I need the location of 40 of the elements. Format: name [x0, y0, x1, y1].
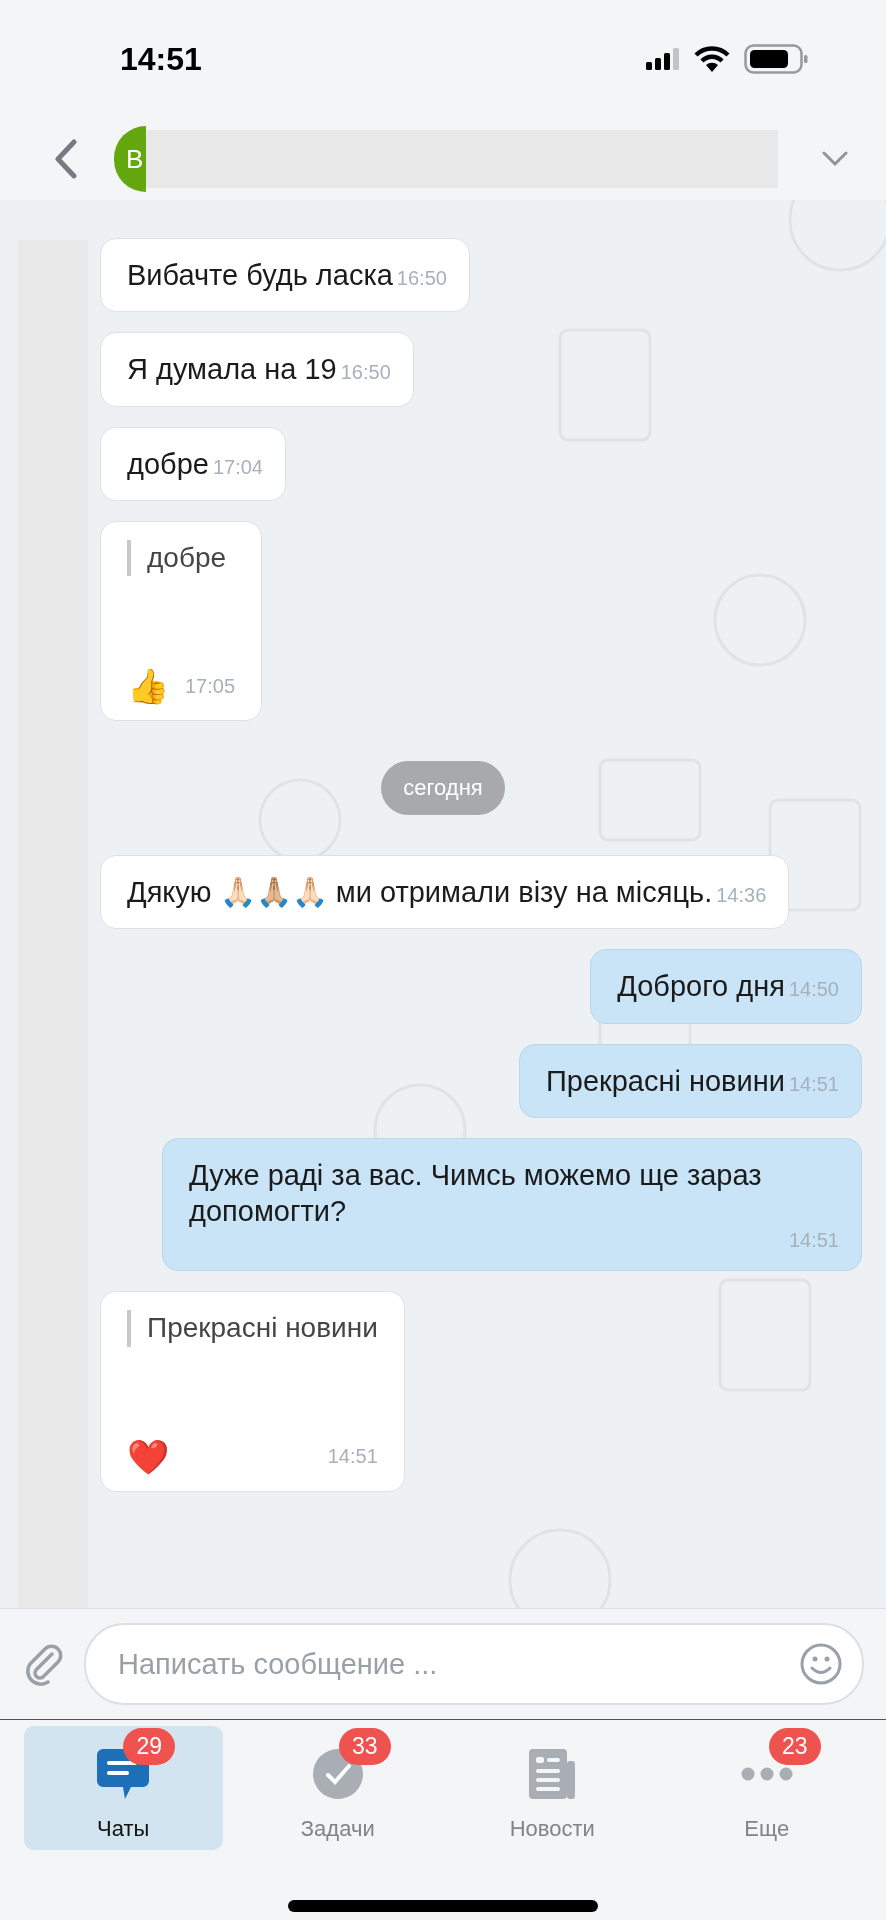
message-text: Дуже раді за вас. Чимсь можемо ще зараз допомогти?: [189, 1157, 763, 1230]
date-divider: сегодня: [381, 761, 505, 816]
newspaper-icon: [527, 1747, 578, 1801]
back-icon[interactable]: [54, 139, 78, 179]
message-text: Дякую 🙏🏻🙏🏼🙏🏻 ми отримали візу на місяць.: [127, 875, 713, 911]
more-icon: [740, 1767, 793, 1781]
message-text: Я думала на 19: [127, 352, 337, 388]
message-text: Вибачте будь ласка: [127, 258, 393, 293]
chevron-down-icon[interactable]: [822, 151, 848, 167]
message-field[interactable]: Написать сообщение ...: [84, 1623, 864, 1705]
battery-icon: [744, 44, 808, 74]
message-time: 16:50: [340, 361, 391, 385]
unread-badge: 33: [338, 1728, 391, 1765]
smiley-icon[interactable]: [800, 1643, 842, 1685]
message-time: 16:50: [396, 267, 447, 290]
message-time: 17:05: [185, 674, 236, 698]
reaction-emoji: 👍: [127, 666, 169, 707]
unread-badge: 29: [123, 1728, 176, 1765]
message-text: добре: [127, 446, 209, 482]
quoted-text: Прекрасні новини: [127, 1310, 378, 1347]
tab[interactable]: 29 Чаты: [24, 1726, 223, 1850]
reaction-emoji: ❤: [127, 1436, 169, 1477]
quoted-text: добре: [127, 539, 236, 577]
chat-avatar[interactable]: В: [114, 126, 146, 192]
tab[interactable]: Новости: [453, 1726, 652, 1850]
message-time: 14:51: [327, 1445, 378, 1469]
unread-badge: 23: [768, 1728, 821, 1765]
message-text: Доброго дня: [617, 969, 785, 1005]
message-time: 17:04: [212, 455, 263, 479]
message-time: 14:50: [788, 978, 839, 1002]
wifi-icon: [694, 46, 730, 72]
tab[interactable]: 23 Еще: [667, 1726, 866, 1850]
signal-icon: [646, 48, 680, 70]
status-time: 14:51: [120, 40, 202, 78]
paperclip-icon[interactable]: [24, 1642, 64, 1686]
message-time: 14:51: [788, 1229, 839, 1253]
tab[interactable]: 33 Задачи: [238, 1726, 437, 1850]
message-time: 14:51: [788, 1072, 839, 1096]
message-time: 14:36: [716, 884, 767, 908]
message-text: Прекрасні новини: [545, 1063, 785, 1099]
